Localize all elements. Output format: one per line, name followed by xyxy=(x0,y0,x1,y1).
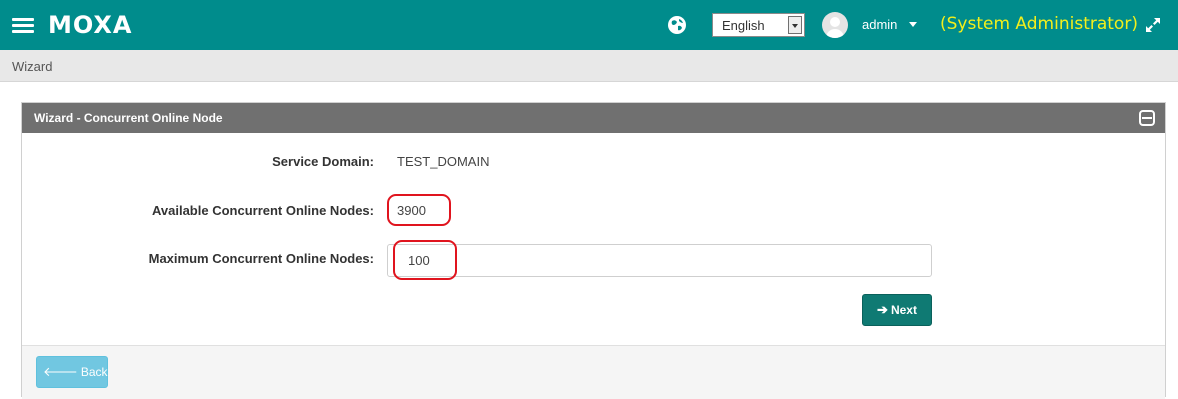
menu-icon[interactable] xyxy=(12,18,34,33)
panel-title: Wizard - Concurrent Online Node xyxy=(34,111,223,125)
language-select[interactable]: English xyxy=(712,13,805,37)
caret-down-icon[interactable] xyxy=(909,22,917,27)
next-button[interactable]: ➔ Next xyxy=(862,294,932,326)
language-select-value: English xyxy=(722,18,765,33)
service-domain-label: Service Domain: xyxy=(272,154,374,169)
wizard-panel: Wizard - Concurrent Online Node Service … xyxy=(21,102,1166,399)
back-button[interactable]: 🡐 Back xyxy=(36,356,108,388)
back-button-label: Back xyxy=(80,365,108,379)
user-role: (System Administrator) xyxy=(940,14,1138,34)
collapse-icon[interactable] xyxy=(1139,110,1155,126)
breadcrumb-item: Wizard xyxy=(12,59,53,74)
arrow-left-icon: 🡐 xyxy=(43,364,78,379)
user-menu[interactable]: admin xyxy=(862,17,897,32)
highlight-annotation xyxy=(387,194,451,226)
panel-footer: 🡐 Back xyxy=(22,345,1165,399)
available-nodes-label: Available Concurrent Online Nodes: xyxy=(151,203,374,218)
dropdown-arrow-icon[interactable] xyxy=(788,16,802,34)
moxa-logo: MOXA xyxy=(48,11,133,39)
breadcrumb: Wizard xyxy=(0,50,1178,82)
panel-header: Wizard - Concurrent Online Node xyxy=(22,103,1165,133)
fullscreen-icon[interactable] xyxy=(1144,16,1162,34)
service-domain-value: TEST_DOMAIN xyxy=(397,154,490,169)
arrow-right-icon: ➔ xyxy=(877,302,888,317)
globe-icon xyxy=(668,16,686,34)
next-button-label: Next xyxy=(890,303,917,317)
max-nodes-input[interactable] xyxy=(387,244,932,277)
max-nodes-label: Maximum Concurrent Online Nodes: xyxy=(148,251,374,266)
user-avatar-icon[interactable] xyxy=(822,12,848,38)
highlight-annotation xyxy=(393,240,457,280)
top-header: MOXA English admin (System Administrator… xyxy=(0,0,1178,50)
